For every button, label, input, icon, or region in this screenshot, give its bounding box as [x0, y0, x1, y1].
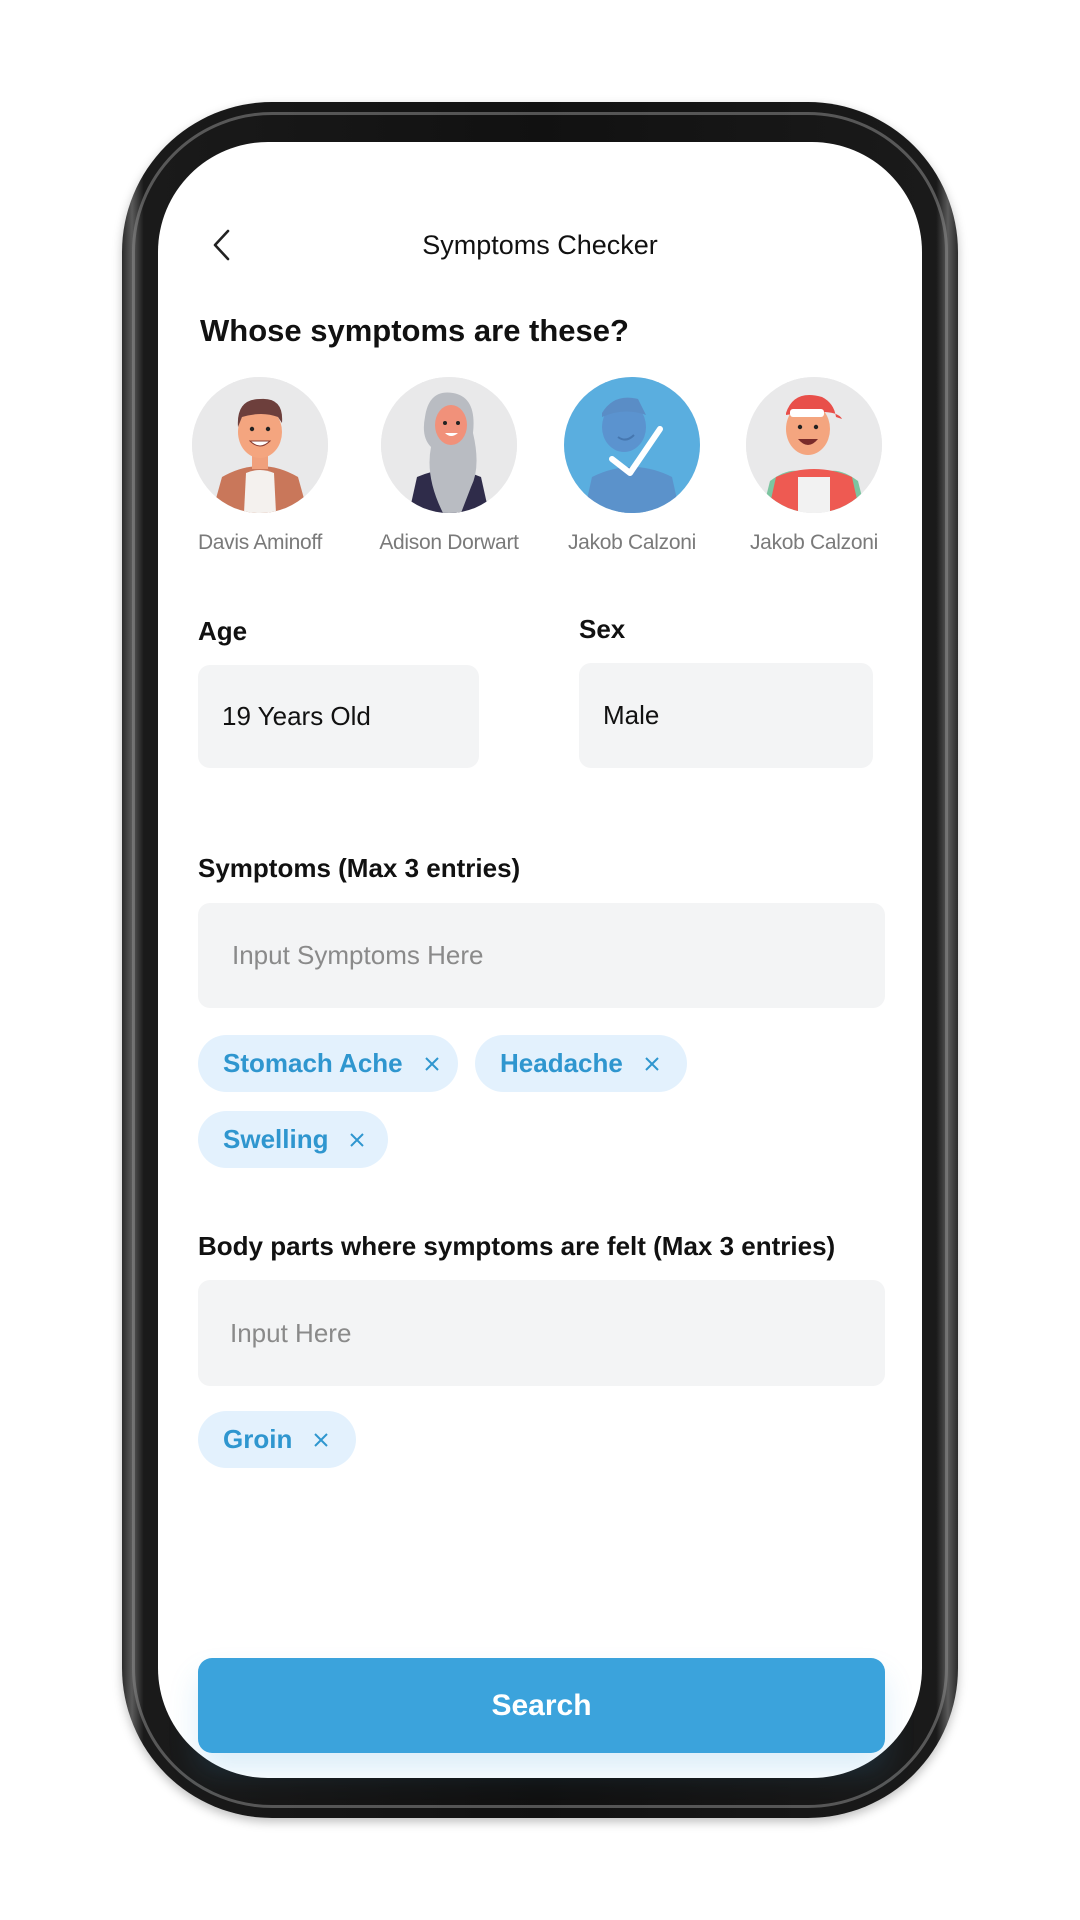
tag-label: Swelling — [223, 1124, 329, 1154]
tag-label: Stomach Ache — [223, 1048, 403, 1078]
age-field[interactable]: 19 Years Old — [198, 665, 479, 768]
avatar-man-jacket-icon — [192, 377, 328, 513]
close-icon[interactable] — [423, 1055, 441, 1073]
sex-value: Male — [603, 700, 660, 730]
age-value: 19 Years Old — [222, 701, 371, 731]
symptom-tag: Swelling — [198, 1111, 388, 1168]
page-title: Symptoms Checker — [422, 230, 658, 260]
avatar-woman-hijab-icon — [381, 377, 517, 513]
profile-avatar-adison[interactable] — [381, 377, 517, 513]
symptom-tag: Stomach Ache — [198, 1035, 458, 1092]
profile-avatar-jakob[interactable] — [746, 377, 882, 513]
avatar-man-cap-selected-icon — [564, 377, 700, 513]
profile-name: Adison Dorwart — [379, 531, 519, 554]
sex-field[interactable]: Male — [579, 663, 873, 768]
symptoms-input[interactable]: Input Symptoms Here — [198, 903, 885, 1008]
avatar-man-cap-icon — [746, 377, 882, 513]
age-label: Age — [198, 616, 248, 646]
close-icon[interactable] — [312, 1431, 330, 1449]
close-icon[interactable] — [348, 1131, 366, 1149]
profile-avatar-jakob-selected[interactable] — [564, 377, 700, 513]
tag-label: Headache — [500, 1048, 623, 1078]
body-part-tag: Groin — [198, 1411, 356, 1468]
symptom-tag: Headache — [475, 1035, 687, 1092]
profile-question: Whose symptoms are these? — [200, 313, 629, 348]
profile-name: Jakob Calzoni — [749, 531, 878, 554]
sex-label: Sex — [579, 614, 626, 644]
symptoms-label: Symptoms (Max 3 entries) — [198, 853, 521, 883]
tag-label: Groin — [223, 1424, 293, 1454]
body-parts-input[interactable]: Input Here — [198, 1280, 885, 1386]
search-button[interactable]: Search — [198, 1658, 885, 1753]
profile-avatar-davis[interactable] — [192, 377, 328, 513]
profile-name: Davis Aminoff — [197, 531, 323, 554]
close-icon[interactable] — [643, 1055, 661, 1073]
body-parts-placeholder: Input Here — [230, 1317, 352, 1348]
profile-name: Jakob Calzoni — [567, 531, 696, 554]
body-parts-label: Body parts where symptoms are felt (Max … — [198, 1231, 836, 1261]
symptoms-placeholder: Input Symptoms Here — [232, 940, 484, 970]
